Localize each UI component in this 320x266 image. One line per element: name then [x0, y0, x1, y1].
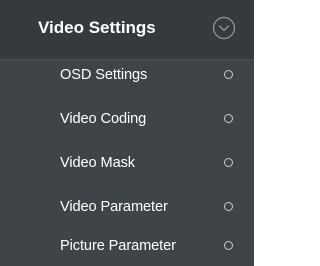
circle-bullet-icon — [224, 202, 233, 211]
menu-item-osd-settings[interactable]: OSD Settings — [0, 55, 254, 95]
menu-item-label: Video Parameter — [60, 199, 168, 215]
video-settings-header[interactable]: Video Settings — [0, 0, 254, 60]
menu-item-video-coding[interactable]: Video Coding — [0, 99, 254, 139]
menu-title: Video Settings — [38, 18, 156, 37]
menu-item-label: Picture Parameter — [60, 238, 176, 254]
circle-bullet-icon — [224, 70, 233, 79]
menu-item-video-mask[interactable]: Video Mask — [0, 143, 254, 183]
circle-bullet-icon — [224, 114, 233, 123]
circle-bullet-icon — [224, 158, 233, 167]
video-settings-menu: Video Settings OSD Settings Video Coding… — [0, 0, 254, 266]
chevron-down-circle-icon[interactable] — [212, 16, 236, 40]
menu-item-picture-parameter[interactable]: Picture Parameter — [0, 226, 254, 266]
menu-item-label: Video Mask — [60, 155, 135, 171]
menu-item-label: OSD Settings — [60, 67, 148, 83]
circle-bullet-icon — [224, 241, 233, 250]
menu-item-video-parameter[interactable]: Video Parameter — [0, 187, 254, 227]
menu-item-label: Video Coding — [60, 111, 147, 127]
